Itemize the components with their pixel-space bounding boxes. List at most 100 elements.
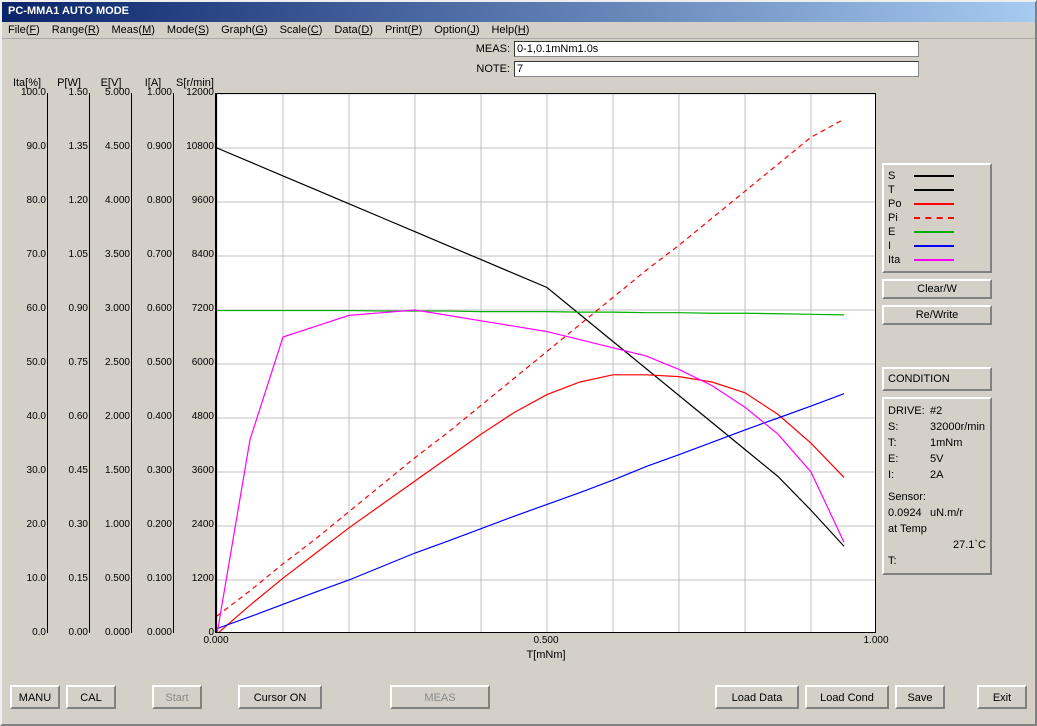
y-tick: 4.500 [90, 141, 130, 152]
legend-label: T [888, 184, 910, 196]
menu-item-6[interactable]: Data(D) [334, 24, 373, 36]
condition-header-panel: CONDITION [882, 367, 992, 391]
y-tick: 5.000 [90, 87, 130, 98]
y-tick: 1.000 [132, 87, 172, 98]
x-axis-label: T[mNm] [216, 649, 876, 661]
y-tick: 20.0 [6, 519, 46, 530]
y-tick: 3.500 [90, 249, 130, 260]
cond-sensor-v: 0.0924 [888, 505, 928, 521]
y-tick: 2.500 [90, 357, 130, 368]
exit-button[interactable]: Exit [977, 685, 1027, 709]
note-row: NOTE: [2, 59, 1035, 79]
cond-s-k: S: [888, 419, 928, 435]
y-tick: 0.30 [48, 519, 88, 530]
x-tick: 0.000 [196, 635, 236, 646]
meas-row: MEAS: [2, 39, 1035, 59]
legend-item-Pi: Pi [888, 211, 986, 225]
series-Pi [217, 119, 844, 616]
cond-temp-k: at Temp [888, 521, 928, 537]
condition-panel: DRIVE:#2 S:32000r/min T:1mNm E:5V I:2A S… [882, 397, 992, 575]
clear-button[interactable]: Clear/W [882, 279, 992, 299]
y-tick: 12000 [174, 87, 214, 98]
y-tick: 3.000 [90, 303, 130, 314]
chart-area: 0.0000.5001.000 T[mNm] [216, 79, 876, 679]
menu-item-2[interactable]: Meas(M) [112, 24, 155, 36]
cond-sensor-k: Sensor: [888, 489, 926, 505]
legend-label: E [888, 226, 910, 238]
start-button[interactable]: Start [152, 685, 202, 709]
cond-drive-v: #2 [930, 403, 942, 419]
y-tick: 0.700 [132, 249, 172, 260]
y-tick: 70.0 [6, 249, 46, 260]
legend-swatch [914, 217, 954, 219]
menu-item-5[interactable]: Scale(C) [280, 24, 323, 36]
load-cond-button[interactable]: Load Cond [805, 685, 889, 709]
legend-item-Po: Po [888, 197, 986, 211]
series-S [217, 148, 844, 546]
legend-swatch [914, 259, 954, 261]
cond-s-v: 32000r/min [930, 419, 985, 435]
cursor-on-button[interactable]: Cursor ON [238, 685, 322, 709]
y-tick: 0.900 [132, 141, 172, 152]
y-tick: 50.0 [6, 357, 46, 368]
y-tick: 0.500 [132, 357, 172, 368]
load-data-button[interactable]: Load Data [715, 685, 799, 709]
menu-item-4[interactable]: Graph(G) [221, 24, 267, 36]
legend-item-E: E [888, 225, 986, 239]
menu-item-9[interactable]: Help(H) [491, 24, 529, 36]
legend-swatch [914, 245, 954, 247]
meas-label: MEAS: [464, 43, 510, 55]
note-input[interactable] [514, 61, 919, 77]
y-axis-P: P[W]1.501.351.201.050.900.750.600.450.30… [48, 79, 90, 639]
y-tick: 6000 [174, 357, 214, 368]
meas-input[interactable] [514, 41, 919, 57]
y-tick: 1.500 [90, 465, 130, 476]
meas-button[interactable]: MEAS [390, 685, 490, 709]
cond-drive-k: DRIVE: [888, 403, 928, 419]
cond-last-t-k: T: [888, 553, 928, 569]
y-tick: 100.0 [6, 87, 46, 98]
y-tick: 3600 [174, 465, 214, 476]
legend-item-I: I [888, 239, 986, 253]
y-tick: 60.0 [6, 303, 46, 314]
manu-button[interactable]: MANU [10, 685, 60, 709]
side-panel: STPoPiEIIta Clear/W Re/Write CONDITION D… [882, 79, 992, 679]
y-tick: 10.0 [6, 573, 46, 584]
main-content: Ita[%]100.090.080.070.060.050.040.030.02… [2, 79, 1035, 679]
save-button[interactable]: Save [895, 685, 945, 709]
menu-item-7[interactable]: Print(P) [385, 24, 422, 36]
y-axis-I: I[A]1.0000.9000.8000.7000.6000.5000.4000… [132, 79, 174, 639]
legend-swatch [914, 203, 954, 205]
y-tick: 2.000 [90, 411, 130, 422]
cal-button[interactable]: CAL [66, 685, 116, 709]
y-tick: 0.00 [48, 627, 88, 638]
window-title: PC-MMA1 AUTO MODE [8, 5, 129, 17]
y-tick: 0.000 [132, 627, 172, 638]
menu-item-1[interactable]: Range(R) [52, 24, 100, 36]
series-E [217, 311, 844, 315]
menu-item-3[interactable]: Mode(S) [167, 24, 209, 36]
titlebar: PC-MMA1 AUTO MODE [2, 2, 1035, 22]
y-tick: 0.90 [48, 303, 88, 314]
y-tick: 10800 [174, 141, 214, 152]
y-tick: 0.45 [48, 465, 88, 476]
y-axis-E: E[V]5.0004.5004.0003.5003.0002.5002.0001… [90, 79, 132, 639]
plot-svg [216, 93, 876, 633]
menu-item-8[interactable]: Option(J) [434, 24, 479, 36]
cond-t-k: T: [888, 435, 928, 451]
y-tick: 1.000 [90, 519, 130, 530]
y-tick: 0.100 [132, 573, 172, 584]
rewrite-button[interactable]: Re/Write [882, 305, 992, 325]
y-axes: Ita[%]100.090.080.070.060.050.040.030.02… [6, 79, 216, 679]
y-tick: 80.0 [6, 195, 46, 206]
y-tick: 9600 [174, 195, 214, 206]
legend-swatch [914, 175, 954, 177]
y-tick: 0.600 [132, 303, 172, 314]
cond-i-k: I: [888, 467, 928, 483]
y-tick: 0.300 [132, 465, 172, 476]
y-axis-Ita: Ita[%]100.090.080.070.060.050.040.030.02… [6, 79, 48, 639]
menu-item-0[interactable]: File(F) [8, 24, 40, 36]
legend-label: I [888, 240, 910, 252]
cond-e-v: 5V [930, 451, 943, 467]
y-tick: 2400 [174, 519, 214, 530]
